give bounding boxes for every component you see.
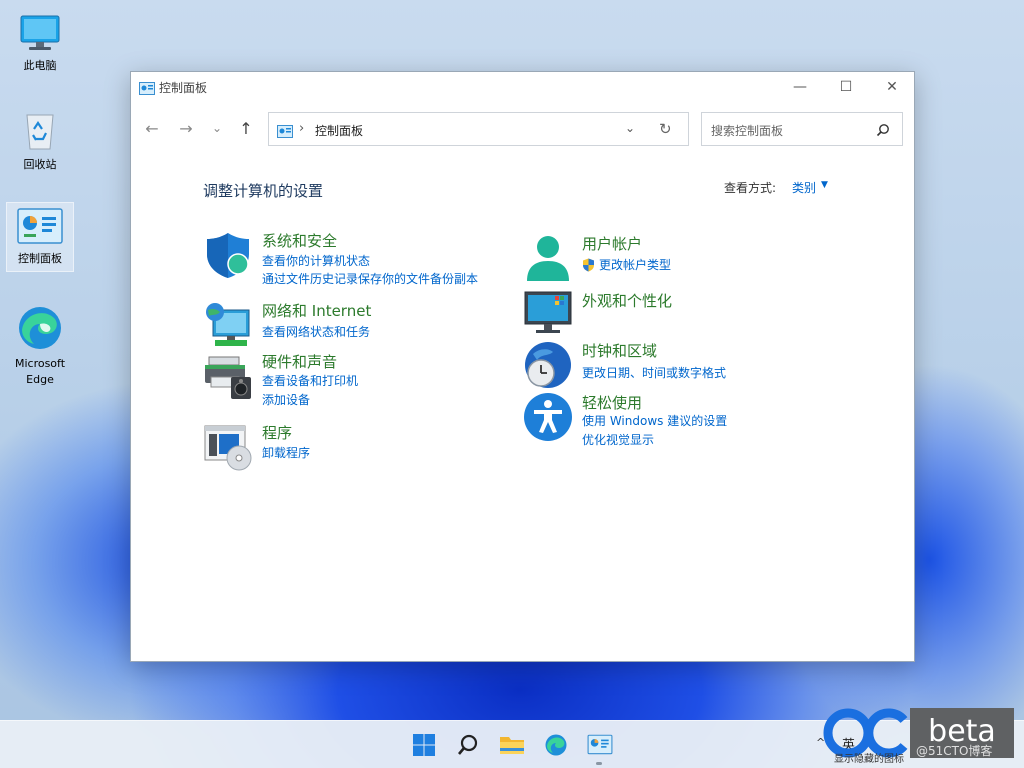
category-link[interactable]: 更改帐户类型 [599,256,671,273]
search-placeholder: 搜索控制面板 [711,124,784,138]
control-panel-icon [17,208,63,244]
watermark-small-text: 显示隐藏的图标 [834,754,904,765]
chevron-down-icon[interactable]: ▼ [821,180,828,190]
printer-speaker-icon[interactable] [203,351,253,401]
back-button[interactable]: ← [140,116,164,140]
desktop-icon-label: 此电脑 [23,59,57,72]
desktop-icon-label: 回收站 [23,158,57,171]
shield-icon[interactable] [203,230,253,280]
category-title[interactable]: 系统和安全 [262,230,337,251]
recent-locations-button[interactable]: ⌄ [205,116,229,140]
start-button[interactable] [410,731,438,759]
breadcrumb-separator: › [299,121,305,136]
accessibility-icon[interactable] [523,392,573,442]
control-panel-window: 控制面板 — ☐ ✕ ← → ⌄ ↑ › 控制面板 ⌄ ↻ 搜索控制面板 调整计… [130,71,915,662]
page-title: 调整计算机的设置 [203,182,324,200]
control-panel-icon [587,734,613,755]
refresh-button[interactable]: ↻ [659,120,672,138]
category-link[interactable]: 通过文件历史记录保存你的文件备份副本 [262,270,478,287]
category-title[interactable]: 外观和个性化 [582,290,672,311]
user-icon[interactable] [523,233,573,283]
desktop-icon-recycle-bin[interactable]: 回收站 [6,105,74,177]
category-link[interactable]: 使用 Windows 建议的设置 [582,412,727,429]
breadcrumb[interactable]: 控制面板 [315,122,363,139]
control-panel-icon [277,123,293,142]
uac-shield-icon [582,257,595,276]
category-link[interactable]: 查看网络状态和任务 [262,323,370,340]
category-link[interactable]: 优化视觉显示 [582,431,654,448]
category-link[interactable]: 查看你的计算机状态 [262,252,370,269]
category-link[interactable]: 更改日期、时间或数字格式 [582,364,726,381]
control-panel-icon [139,80,155,99]
desktop-icon-control-panel[interactable]: 控制面板 [6,202,74,272]
view-by-label: 查看方式: [724,181,777,195]
up-button[interactable]: ↑ [234,116,258,140]
edge-taskbar-button[interactable] [542,731,570,759]
close-button[interactable]: ✕ [869,72,915,102]
window-title: 控制面板 [159,81,208,95]
address-dropdown-button[interactable]: ⌄ [625,121,635,135]
minimize-button[interactable]: — [777,72,823,102]
programs-disc-icon[interactable] [203,422,253,472]
category-link[interactable]: 卸载程序 [262,444,310,461]
desktop-icon-label: 控制面板 [18,252,62,265]
edge-icon [19,307,61,349]
watermark-blog: @51CTO博客 [916,744,993,758]
view-by-dropdown[interactable]: 类别 [792,179,816,196]
edge-icon [545,734,567,756]
category-link[interactable]: 添加设备 [262,391,310,408]
network-globe-icon[interactable] [203,300,253,350]
category-title[interactable]: 程序 [262,422,292,443]
title-bar[interactable]: 控制面板 — ☐ ✕ [131,72,914,102]
forward-button[interactable]: → [174,116,198,140]
category-title[interactable]: 网络和 Internet [262,300,371,321]
search-input[interactable]: 搜索控制面板 [701,112,903,146]
category-title[interactable]: 轻松使用 [582,392,642,413]
search-button[interactable] [454,731,482,759]
category-link[interactable]: 查看设备和打印机 [262,372,358,389]
monitor-icon[interactable] [523,290,573,340]
maximize-button[interactable]: ☐ [823,72,869,102]
desktop-icon-this-pc[interactable]: 此电脑 [6,10,74,78]
address-bar[interactable]: › 控制面板 ⌄ ↻ [268,112,689,146]
folder-icon [500,737,524,754]
recycle-bin-icon [26,114,54,150]
desktop-icon-label: Microsoft Edge [14,357,66,386]
desktop-icon-edge[interactable]: Microsoft Edge [6,300,74,392]
active-app-indicator [596,762,602,765]
search-icon [458,734,478,755]
search-icon[interactable] [876,122,890,141]
control-panel-taskbar-button[interactable] [586,731,614,759]
file-explorer-button[interactable] [498,731,526,759]
clock-globe-icon[interactable] [523,340,573,390]
computer-icon [20,15,60,50]
category-title[interactable]: 硬件和声音 [262,351,337,372]
category-title[interactable]: 时钟和区域 [582,340,657,361]
windows-logo-icon [413,734,435,756]
category-title[interactable]: 用户帐户 [582,233,642,254]
